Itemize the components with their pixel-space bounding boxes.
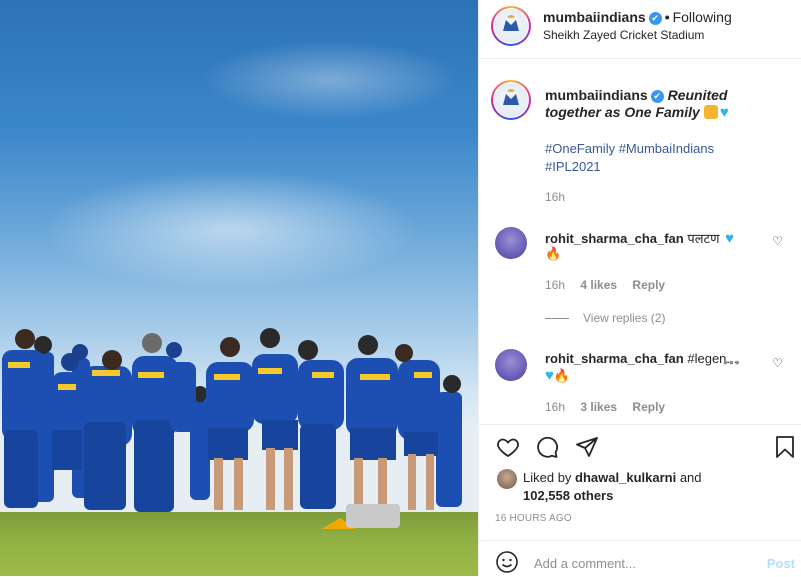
comment-likes[interactable]: 3 likes xyxy=(580,400,617,414)
author-username[interactable]: mumbaiindians xyxy=(543,9,646,25)
fire-emoji-icon: 🔥 xyxy=(553,368,571,383)
view-replies-button[interactable]: View replies (2) xyxy=(545,311,665,325)
flexed-biceps-emoji-icon xyxy=(703,105,718,119)
comment-reply-button[interactable]: Reply xyxy=(632,400,665,414)
team-huddle-illustration xyxy=(2,328,462,529)
post-header: mumbaiindians ✔ • Following Sheikh Zayed Cr… xyxy=(479,0,801,59)
commenter-avatar[interactable] xyxy=(495,349,527,381)
likes-text: Liked by dhawal_kulkarni and 102,558 oth… xyxy=(523,469,702,505)
comment-icon[interactable] xyxy=(534,435,560,459)
comment-reply-button[interactable]: Reply xyxy=(632,278,665,292)
comment-first-line: rohit_sharma_cha_fan पलटण ♥ xyxy=(545,229,734,247)
caption-author-avatar[interactable] xyxy=(491,80,531,120)
blue-heart-emoji-icon: ♥ xyxy=(545,367,554,384)
caption-timestamp[interactable]: 16h xyxy=(545,190,565,204)
comment-meta: 16h 4 likes Reply xyxy=(545,278,677,292)
liked-by-label: Liked by xyxy=(523,470,572,485)
post-comment-button[interactable]: Post xyxy=(767,556,795,571)
author-avatar[interactable] xyxy=(491,6,531,46)
hashtags-line-2[interactable]: #IPL2021 xyxy=(545,158,714,176)
heart-icon[interactable] xyxy=(495,435,521,459)
post-details-panel: mumbaiindians ✔ • Following Sheikh Zayed Cr… xyxy=(479,0,801,576)
comment-meta: 16h 3 likes Reply xyxy=(545,400,677,414)
liked-by-user[interactable]: dhawal_kulkarni xyxy=(575,470,676,485)
caption-first-line: mumbaiindians ✔ Reunited xyxy=(545,87,727,103)
comment-time[interactable]: 16h xyxy=(545,400,565,414)
emoji-icon[interactable] xyxy=(495,550,519,574)
comment-time[interactable]: 16h xyxy=(545,278,565,292)
commenter-avatar[interactable] xyxy=(495,227,527,259)
comment-emoji-line: ♥🔥 xyxy=(545,367,570,385)
likes-others-count[interactable]: 102,558 others xyxy=(523,488,613,503)
fire-emoji-icon: 🔥 xyxy=(545,246,562,261)
more-options-icon[interactable]: ••• xyxy=(723,354,741,370)
commenter-username[interactable]: rohit_sharma_cha_fan xyxy=(545,351,684,366)
author-username-row: mumbaiindians ✔ • Following xyxy=(543,9,732,25)
bookmark-icon[interactable] xyxy=(773,435,797,459)
mumbai-indians-logo xyxy=(503,15,519,31)
comment-input[interactable]: Add a comment... xyxy=(534,556,636,571)
replies-dash xyxy=(545,318,569,319)
blue-heart-emoji-icon: ♥ xyxy=(725,230,735,247)
like-comment-heart-icon[interactable]: ♡ xyxy=(772,356,783,370)
caption-hashtags[interactable]: #OneFamily #MumbaiIndians #IPL2021 xyxy=(545,140,714,176)
view-replies-label[interactable]: View replies (2) xyxy=(583,311,665,325)
verified-badge-icon: ✔ xyxy=(650,90,664,103)
mumbai-indians-logo xyxy=(503,89,519,105)
post-photo[interactable] xyxy=(0,0,478,576)
separator-dot: • xyxy=(664,9,670,25)
verified-badge-icon: ✔ xyxy=(648,12,662,25)
follow-status-button[interactable]: Following xyxy=(673,9,732,25)
like-comment-heart-icon[interactable]: ♡ xyxy=(772,234,783,248)
comment-first-line: rohit_sharma_cha_fan #legen... xyxy=(545,351,737,366)
caption-text-start: Reunited xyxy=(667,87,728,103)
share-icon[interactable] xyxy=(574,435,600,459)
comment-text: पलटण xyxy=(687,231,720,246)
blue-heart-emoji-icon: ♥ xyxy=(719,104,729,121)
caption-username[interactable]: mumbaiindians xyxy=(545,87,648,103)
location-link[interactable]: Sheikh Zayed Cricket Stadium xyxy=(543,28,704,42)
commenter-username[interactable]: rohit_sharma_cha_fan xyxy=(545,231,684,246)
caption-text-end: together as One Family xyxy=(545,104,700,120)
comment-likes[interactable]: 4 likes xyxy=(580,278,617,292)
caption-second-line: together as One Family ♥ xyxy=(545,104,729,121)
liker-avatar[interactable] xyxy=(497,469,517,489)
post-timestamp[interactable]: 16 HOURS AGO xyxy=(495,513,572,524)
hashtags-line-1[interactable]: #OneFamily #MumbaiIndians xyxy=(545,140,714,158)
add-comment-bar: Add a comment... Post xyxy=(479,540,801,577)
liked-by-and: and xyxy=(679,470,702,485)
post-action-bar xyxy=(479,424,801,469)
